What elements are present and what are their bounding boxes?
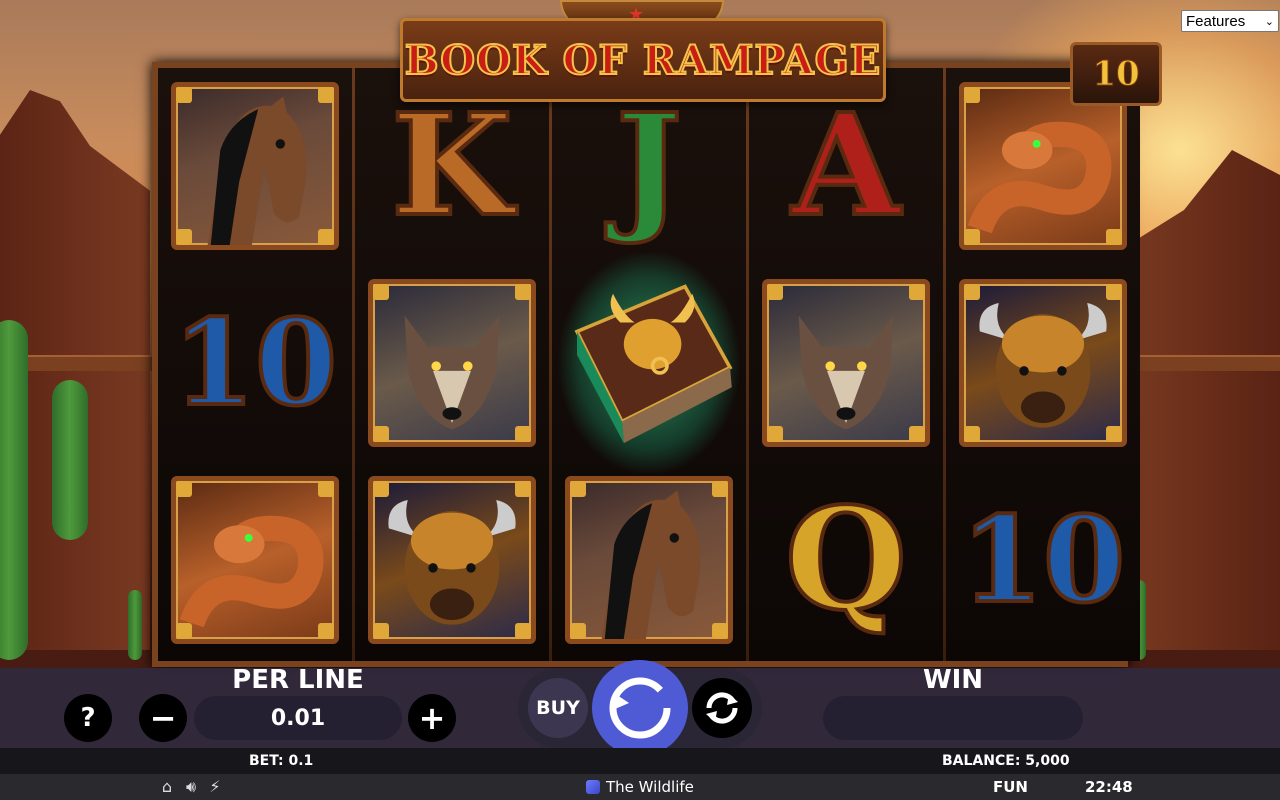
right-fence-rail: [1128, 355, 1280, 371]
wolf-portrait: [368, 279, 536, 447]
info-bar: BET: 0.1 BALANCE: 5,000: [0, 748, 1280, 774]
symbol-horse: [165, 76, 345, 256]
book-icon: [574, 284, 733, 444]
symbol-ace: A: [756, 76, 936, 256]
reel-area: 10 K J A Q 10: [152, 62, 1140, 667]
win-value: [823, 696, 1083, 740]
symbol-king: K: [362, 76, 542, 256]
symbol-ten: 10: [953, 470, 1133, 650]
symbol-buffalo: [362, 470, 542, 650]
buffalo-portrait: [368, 476, 536, 644]
reel-2: K: [355, 68, 549, 661]
balance-text: BALANCE: 5,000: [942, 753, 1070, 769]
symbol-book: [559, 253, 739, 473]
symbol-letter: A: [790, 84, 903, 248]
status-bar: ⌂ 🔊︎ ⚡︎ The Wildlife FUN 22:48: [0, 774, 1280, 800]
reel-5: 10: [946, 68, 1140, 661]
symbol-snake: [165, 470, 345, 650]
win-label: WIN: [922, 665, 984, 695]
lines-count-badge: 10: [1070, 42, 1162, 106]
left-cactus-arm: [52, 380, 88, 540]
symbol-letter: Q: [783, 478, 909, 642]
per-line-label: PER LINE: [232, 665, 364, 695]
reel-1: 10: [158, 68, 352, 661]
reel-3: J: [552, 68, 746, 661]
symbol-jack: J: [559, 76, 739, 256]
reel-separator: [943, 68, 946, 661]
symbol-wolf: [756, 273, 936, 453]
turbo-icon[interactable]: ⚡︎: [206, 778, 224, 796]
right-rock-formation: [1120, 150, 1280, 650]
horse-portrait: [171, 82, 339, 250]
symbol-letter: K: [389, 84, 515, 248]
autoplay-button[interactable]: [692, 678, 752, 738]
game-logo: BOOK OF RAMPAGE: [400, 18, 886, 102]
help-button[interactable]: ?: [64, 694, 112, 742]
symbol-letter: 10: [959, 490, 1127, 629]
symbol-wolf: [362, 273, 542, 453]
reel-4: AQ: [749, 68, 943, 661]
studio-brand: The Wildlife: [586, 778, 694, 796]
symbol-queen: Q: [756, 470, 936, 650]
features-select-value: Features: [1186, 12, 1246, 30]
snake-portrait: [959, 82, 1127, 250]
reel-separator: [352, 68, 355, 661]
symbol-letter: 10: [171, 293, 339, 432]
book-scatter-glow: [559, 253, 739, 473]
spin-button[interactable]: [592, 660, 688, 756]
symbol-buffalo: [953, 273, 1133, 453]
studio-name: The Wildlife: [606, 778, 694, 796]
buffalo-portrait: [959, 279, 1127, 447]
left-cactus: [0, 320, 28, 660]
left-small-cactus: [128, 590, 142, 660]
sound-icon[interactable]: 🔊︎: [182, 778, 200, 796]
game-title: BOOK OF RAMPAGE: [404, 36, 882, 85]
symbol-ten: 10: [165, 273, 345, 453]
reel-separator: [549, 68, 552, 661]
decrease-bet-button[interactable]: −: [139, 694, 187, 742]
symbol-letter: J: [614, 84, 684, 248]
wolf-portrait: [762, 279, 930, 447]
horse-portrait: [565, 476, 733, 644]
symbol-horse: [559, 470, 739, 650]
spin-icon: [609, 677, 671, 739]
increase-bet-button[interactable]: +: [408, 694, 456, 742]
studio-logo-icon: [586, 780, 600, 794]
bet-text: BET: 0.1: [249, 753, 314, 769]
home-icon[interactable]: ⌂: [158, 778, 176, 796]
autoplay-icon: [706, 692, 738, 724]
per-line-value: 0.01: [194, 696, 402, 740]
features-select[interactable]: Features ⌄: [1181, 10, 1279, 32]
buy-feature-button[interactable]: BUY: [528, 678, 588, 738]
clock: 22:48: [1085, 778, 1133, 796]
reel-separator: [746, 68, 749, 661]
play-mode: FUN: [993, 778, 1028, 796]
snake-portrait: [171, 476, 339, 644]
chevron-down-icon: ⌄: [1264, 15, 1274, 28]
